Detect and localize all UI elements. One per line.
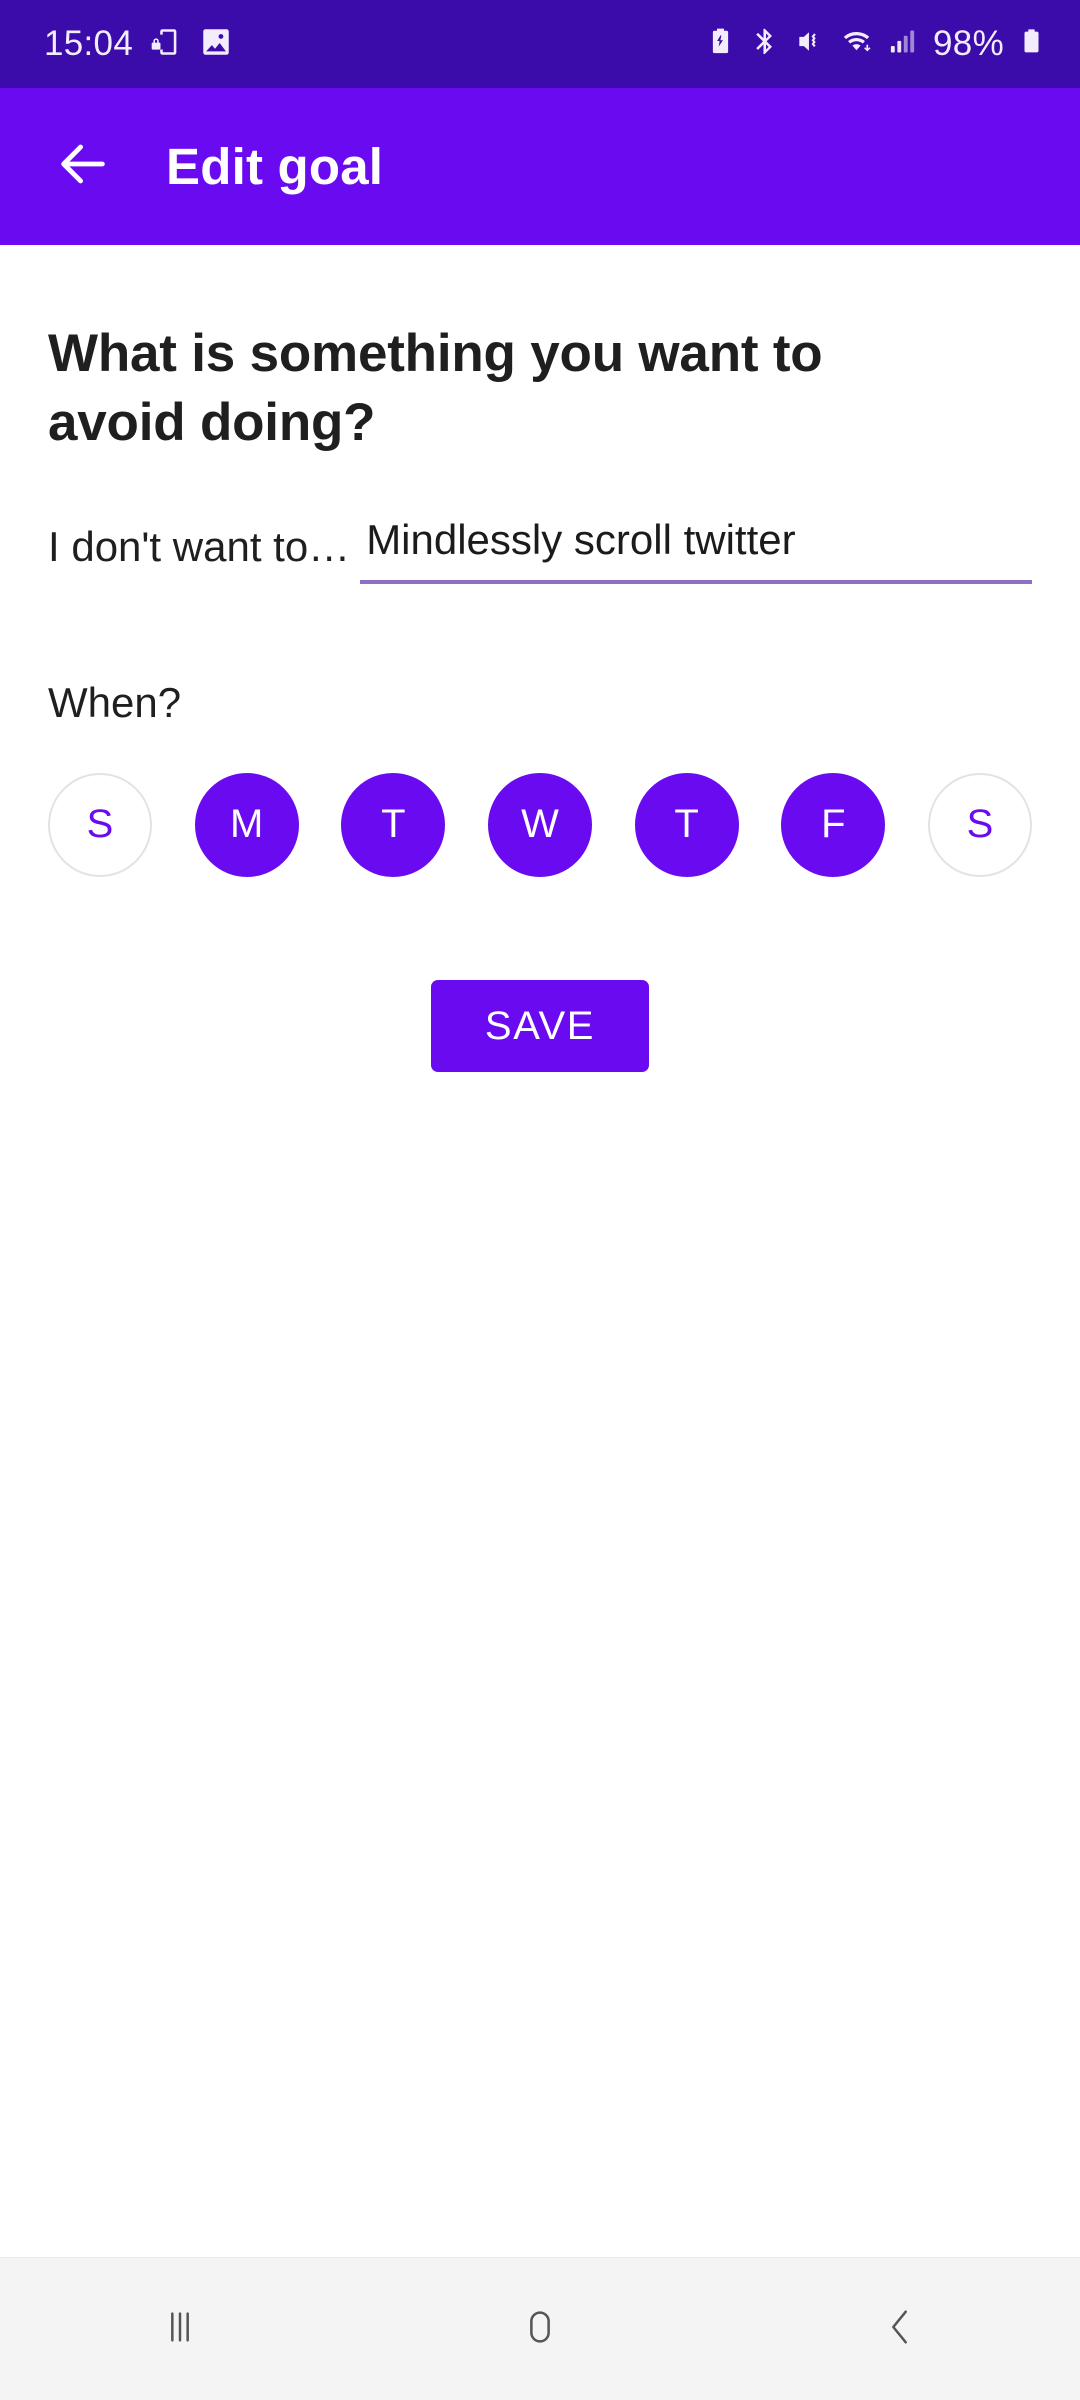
- day-letter: T: [674, 802, 699, 847]
- battery-saver-icon: [705, 26, 736, 62]
- day-letter: T: [381, 802, 406, 847]
- day-letter: F: [821, 802, 846, 847]
- day-toggle-monday[interactable]: M: [194, 772, 299, 877]
- day-toggle-wednesday[interactable]: W: [487, 772, 592, 877]
- day-letter: W: [521, 802, 559, 847]
- question-heading: What is something you want to avoid doin…: [48, 324, 823, 452]
- goal-input-wrapper: [360, 515, 1032, 584]
- day-letter: S: [966, 802, 994, 847]
- day-toggle-friday[interactable]: F: [781, 772, 886, 877]
- main-content: What is something you want to avoid doin…: [0, 245, 1080, 2257]
- recents-icon: [157, 2304, 203, 2355]
- status-bar-clock: 15:04: [44, 24, 134, 63]
- system-navigation-bar: [0, 2257, 1080, 2400]
- save-button-container: SAVE: [48, 979, 1032, 1072]
- gallery-image-icon: [199, 25, 233, 64]
- save-button[interactable]: SAVE: [430, 979, 650, 1072]
- phone-screen: 15:04 98% Edit goal What is something yo…: [0, 0, 1080, 2400]
- goal-input-label: I don't want to…: [48, 522, 351, 570]
- day-toggle-sunday[interactable]: S: [48, 772, 152, 877]
- app-bar: Edit goal: [0, 88, 1080, 245]
- when-label: When?: [48, 678, 182, 726]
- status-bar-left: 15:04: [44, 24, 233, 64]
- battery-percent-label: 98%: [933, 24, 1004, 63]
- day-toggle-saturday[interactable]: S: [927, 772, 1032, 877]
- bluetooth-icon: [749, 26, 780, 62]
- nav-back-button[interactable]: [825, 2279, 975, 2379]
- status-bar: 15:04 98%: [0, 0, 1080, 88]
- day-letter: S: [86, 802, 114, 847]
- goal-input-row: I don't want to…: [48, 515, 1032, 584]
- arrow-left-icon: [54, 135, 112, 198]
- nav-recents-button[interactable]: [105, 2279, 255, 2379]
- back-button[interactable]: [52, 136, 114, 198]
- day-letter: M: [229, 802, 264, 847]
- screen-lock-rotation-icon: [149, 25, 183, 64]
- wifi-icon: [839, 24, 874, 64]
- day-toggle-thursday[interactable]: T: [634, 772, 739, 877]
- back-chevron-icon: [877, 2304, 923, 2355]
- status-bar-right: 98%: [705, 24, 1046, 64]
- cellular-signal-icon: [887, 26, 918, 62]
- day-selector: S M T W T F S: [48, 772, 1032, 877]
- page-title: Edit goal: [166, 138, 384, 195]
- nav-home-button[interactable]: [465, 2279, 615, 2379]
- day-toggle-tuesday[interactable]: T: [341, 772, 446, 877]
- battery-icon: [1017, 27, 1046, 61]
- mute-vibrate-icon: [793, 25, 826, 63]
- goal-text-input[interactable]: [360, 515, 1032, 584]
- home-icon: [517, 2304, 563, 2355]
